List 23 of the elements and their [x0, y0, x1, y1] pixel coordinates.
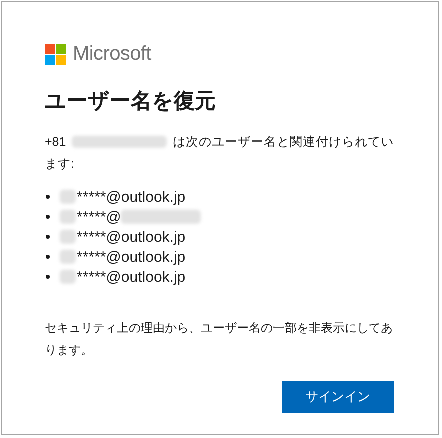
four-squares-logo-icon	[45, 44, 66, 64]
security-note: セキュリティ上の理由から、ユーザー名の一部を非表示にしてあります。	[45, 320, 394, 359]
masked-username: *****@	[77, 208, 122, 226]
blurred-redaction	[60, 210, 76, 224]
masked-username: *****@outlook.jp	[77, 248, 186, 266]
intro-text: +81	[45, 134, 66, 151]
blurred-redaction	[60, 250, 76, 264]
logo-text: Microsoft	[73, 42, 152, 66]
bullet-icon	[46, 235, 50, 239]
bullet-icon	[46, 195, 50, 199]
sign-in-button[interactable]: サインイン	[282, 381, 394, 413]
page-title: ユーザー名を復元	[45, 89, 217, 115]
masked-username: *****@outlook.jp	[77, 228, 186, 246]
masked-username: *****@outlook.jp	[77, 268, 186, 286]
bullet-icon	[46, 215, 50, 219]
blurred-redaction	[60, 270, 76, 284]
bullet-icon	[46, 275, 50, 279]
masked-username: *****@outlook.jp	[77, 188, 186, 206]
blurred-redaction	[60, 230, 76, 244]
blurred-redaction	[60, 190, 76, 204]
intro-text: は次のユーザー名と関連付けられてい	[173, 134, 394, 151]
intro-text: ます:	[45, 156, 74, 173]
bullet-icon	[46, 255, 50, 259]
